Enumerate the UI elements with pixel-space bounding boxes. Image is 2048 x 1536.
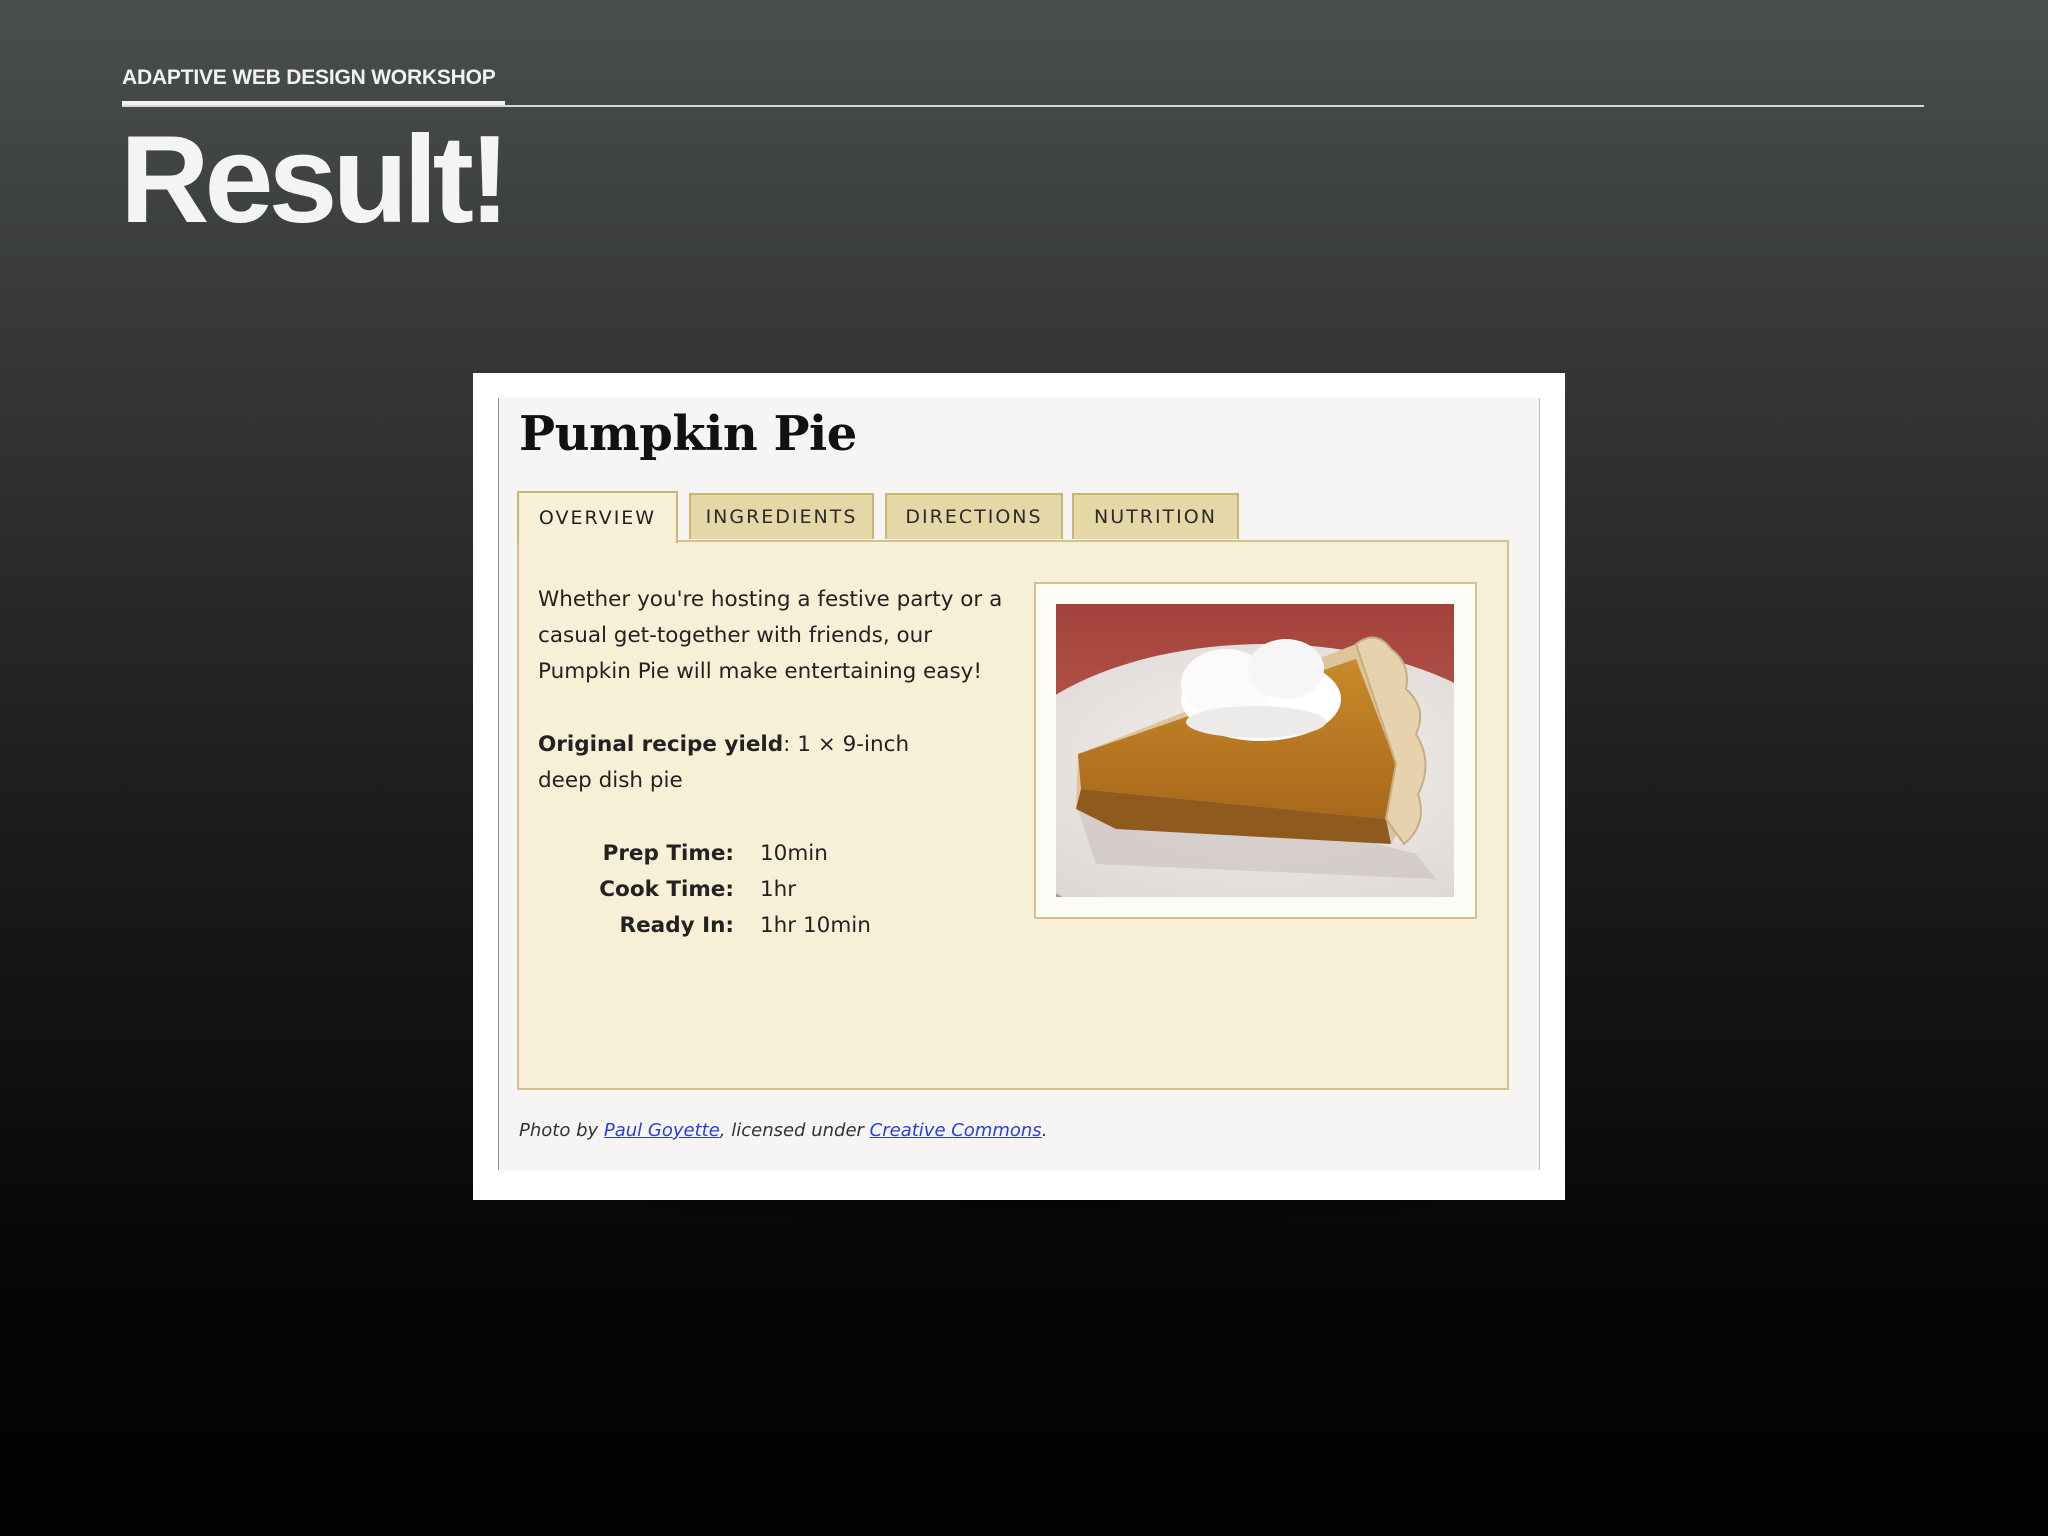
time-value: 10min (760, 841, 828, 866)
license-link[interactable]: Creative Commons (870, 1120, 1042, 1141)
photographer-link[interactable]: Paul Goyette (604, 1120, 720, 1141)
photo-box (1034, 582, 1477, 919)
time-row: Ready In: 1hr 10min (538, 908, 938, 944)
browser-screenshot-frame: Pumpkin Pie OVERVIEW INGREDIENTS DIRECTI… (473, 373, 1565, 1200)
slide-kicker: ADAPTIVE WEB DESIGN WORKSHOP (122, 66, 496, 89)
time-label: Prep Time: (602, 841, 734, 866)
recipe-times: Prep Time: 10min Cook Time: 1hr Ready In… (538, 836, 938, 944)
time-row: Cook Time: 1hr (538, 872, 938, 908)
tab-nutrition[interactable]: NUTRITION (1072, 493, 1239, 539)
tab-panel-overview: Whether you're hosting a festive party o… (517, 540, 1509, 1090)
recipe-description: Whether you're hosting a festive party o… (538, 587, 1003, 684)
recipe-title: Pumpkin Pie (519, 406, 857, 462)
tab-overview[interactable]: OVERVIEW (517, 491, 678, 543)
recipe-page: Pumpkin Pie OVERVIEW INGREDIENTS DIRECTI… (498, 398, 1540, 1170)
credit-suffix: . (1041, 1120, 1048, 1141)
time-value: 1hr (760, 877, 797, 902)
header-rule (122, 105, 1924, 107)
credit-prefix: Photo by (519, 1120, 604, 1141)
time-label: Ready In: (619, 913, 734, 938)
tab-directions[interactable]: DIRECTIONS (885, 493, 1063, 539)
credit-middle: , licensed under (719, 1120, 870, 1141)
time-value: 1hr 10min (760, 913, 871, 938)
time-label: Cook Time: (599, 877, 734, 902)
pie-illustration (1056, 604, 1454, 897)
yield-label: Original recipe yield (538, 732, 784, 757)
photo-credit: Photo by Paul Goyette, licensed under Cr… (519, 1120, 1047, 1141)
pumpkin-pie-photo (1056, 604, 1454, 897)
recipe-yield: Original recipe yield: 1 × 9-inch deep d… (538, 727, 968, 799)
time-row: Prep Time: 10min (538, 836, 938, 872)
tab-ingredients[interactable]: INGREDIENTS (689, 493, 874, 539)
slide-title: Result! (120, 111, 510, 249)
